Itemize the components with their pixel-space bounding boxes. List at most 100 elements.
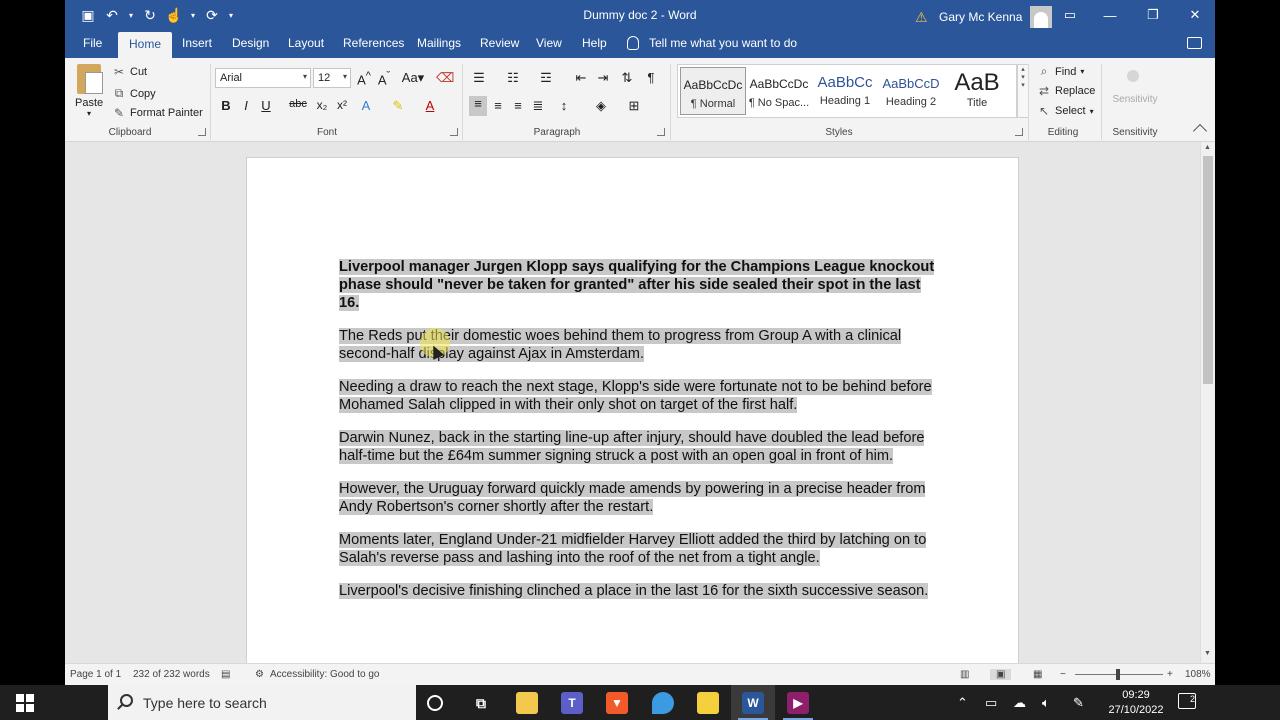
collapse-ribbon-icon[interactable] xyxy=(1192,123,1208,139)
tab-insert[interactable]: Insert xyxy=(182,36,212,50)
paste-button[interactable]: Paste ▾ xyxy=(75,64,103,118)
windows-start-icon[interactable] xyxy=(16,694,34,712)
paragraph[interactable]: Liverpool manager Jurgen Klopp says qual… xyxy=(339,258,939,312)
taskbar-search[interactable]: Type here to search xyxy=(108,685,416,720)
paragraph[interactable]: Moments later, England Under-21 midfield… xyxy=(339,531,939,567)
search-placeholder[interactable]: Type here to search xyxy=(143,695,267,711)
cut-button[interactable]: ✂ Cut xyxy=(112,65,147,79)
decrease-indent-icon[interactable]: ⇤ xyxy=(572,70,590,86)
paint-icon[interactable] xyxy=(652,692,674,714)
ribbon-display-options-icon[interactable]: ▭ xyxy=(1050,0,1090,30)
tab-file[interactable]: File xyxy=(83,36,102,50)
clock[interactable]: 09:29 27/10/2022 xyxy=(1108,688,1164,718)
paragraph-text[interactable]: Liverpool's decisive finishing clinched … xyxy=(339,583,929,599)
print-layout-icon[interactable]: ▣ xyxy=(990,669,1012,680)
accessibility-status[interactable]: Accessibility: Good to go xyxy=(270,669,380,680)
paragraph-text[interactable]: However, the Uruguay forward quickly mad… xyxy=(339,481,926,515)
paragraph-text[interactable]: Liverpool manager Jurgen Klopp says qual… xyxy=(339,259,935,311)
format-painter-button[interactable]: ✎ Format Painter xyxy=(112,106,203,120)
paragraph[interactable]: Needing a draw to reach the next stage, … xyxy=(339,378,939,414)
scroll-down-icon[interactable]: ▼ xyxy=(1204,650,1211,657)
align-right-icon[interactable]: ≡ xyxy=(509,98,527,113)
file-explorer-icon[interactable] xyxy=(516,692,538,714)
teams-icon[interactable]: T xyxy=(561,692,583,714)
clear-formatting-icon[interactable]: ⌫ xyxy=(436,70,454,86)
volume-icon[interactable]: 🔈︎ xyxy=(1042,695,1050,711)
restore-button[interactable]: ❐ xyxy=(1133,0,1173,30)
style-normal[interactable]: AaBbCcDc ¶ Normal xyxy=(680,67,746,115)
onedrive-icon[interactable]: ☁ xyxy=(1013,695,1026,711)
font-color-icon[interactable]: A xyxy=(421,98,439,113)
increase-indent-icon[interactable]: ⇥ xyxy=(594,70,612,86)
sticky-notes-icon[interactable] xyxy=(697,692,719,714)
zoom-slider-thumb[interactable] xyxy=(1116,669,1120,680)
zoom-out-icon[interactable]: − xyxy=(1060,669,1066,680)
brave-browser-icon[interactable]: ▼ xyxy=(606,692,628,714)
italic-icon[interactable]: I xyxy=(237,98,255,113)
find-button[interactable]: ⌕ Find ▾ xyxy=(1037,64,1085,79)
scroll-up-icon[interactable]: ▲ xyxy=(1204,144,1211,151)
cortana-icon[interactable] xyxy=(427,695,443,711)
change-case-icon[interactable]: Aa▾ xyxy=(400,70,426,86)
align-left-icon[interactable]: ≡ xyxy=(469,96,487,116)
paragraph-text[interactable]: Moments later, England Under-21 midfield… xyxy=(339,532,927,566)
battery-icon[interactable]: ▭ xyxy=(985,695,997,711)
tab-references[interactable]: References xyxy=(343,36,404,50)
word-icon[interactable]: W xyxy=(742,692,764,714)
paragraph-launcher-icon[interactable] xyxy=(657,128,665,136)
paragraph[interactable]: Darwin Nunez, back in the starting line-… xyxy=(339,429,939,465)
select-button[interactable]: ↖ Select ▾ xyxy=(1037,104,1094,118)
paragraph[interactable]: However, the Uruguay forward quickly mad… xyxy=(339,480,939,516)
proofing-icon[interactable]: ▤ xyxy=(221,669,230,680)
page-count[interactable]: Page 1 of 1 xyxy=(70,669,121,680)
highlight-icon[interactable]: ✎ xyxy=(389,98,407,114)
warning-icon[interactable]: ⚠ xyxy=(915,9,931,25)
paragraph-text[interactable]: Darwin Nunez, back in the starting line-… xyxy=(339,430,925,464)
tab-mailings[interactable]: Mailings xyxy=(417,36,461,50)
clipboard-launcher-icon[interactable] xyxy=(198,128,206,136)
style-heading-1[interactable]: AaBbCc Heading 1 xyxy=(812,67,878,115)
tab-home[interactable]: Home xyxy=(118,32,173,58)
tell-me-text[interactable]: Tell me what you want to do xyxy=(649,36,797,50)
tab-review[interactable]: Review xyxy=(480,36,519,50)
multilevel-list-icon[interactable]: ☲ xyxy=(537,70,555,86)
font-name-box[interactable]: Arial ▾ xyxy=(215,68,311,88)
task-view-icon[interactable]: ⧉ xyxy=(470,692,492,714)
strikethrough-icon[interactable]: abc xyxy=(289,98,307,110)
styles-launcher-icon[interactable] xyxy=(1015,128,1023,136)
document-content[interactable]: Liverpool manager Jurgen Klopp says qual… xyxy=(339,258,939,615)
line-spacing-icon[interactable]: ↕ xyxy=(555,98,573,113)
style-heading-2[interactable]: AaBbCcD Heading 2 xyxy=(878,67,944,115)
paste-dropdown-icon[interactable]: ▾ xyxy=(75,109,103,118)
close-button[interactable]: ✕ xyxy=(1175,0,1215,30)
grow-font-icon[interactable]: A^ xyxy=(355,70,373,87)
bullets-icon[interactable]: ☰ xyxy=(470,70,488,86)
zoom-level[interactable]: 108% xyxy=(1185,669,1211,680)
tab-design[interactable]: Design xyxy=(232,36,269,50)
paragraph[interactable]: Liverpool's decisive finishing clinched … xyxy=(339,582,939,600)
justify-icon[interactable]: ≣ xyxy=(529,98,547,114)
document-page[interactable]: Liverpool manager Jurgen Klopp says qual… xyxy=(246,157,1019,663)
tab-view[interactable]: View xyxy=(536,36,562,50)
chevron-down-icon[interactable]: ▾ xyxy=(303,72,307,81)
align-center-icon[interactable]: ≡ xyxy=(489,98,507,113)
tell-me-box[interactable]: Tell me what you want to do xyxy=(627,36,797,50)
font-launcher-icon[interactable] xyxy=(450,128,458,136)
replace-button[interactable]: ⇄ Replace xyxy=(1037,84,1095,98)
zoom-in-icon[interactable]: + xyxy=(1167,669,1173,680)
copy-button[interactable]: ⧉ Copy xyxy=(112,86,156,101)
shading-icon[interactable]: ◈ xyxy=(592,98,610,114)
borders-icon[interactable]: ⊞ xyxy=(625,98,643,114)
style-no-spacing[interactable]: AaBbCcDc ¶ No Spac... xyxy=(746,67,812,115)
word-count[interactable]: 232 of 232 words xyxy=(133,669,210,680)
accessibility-icon[interactable]: ⚙ xyxy=(255,669,264,680)
underline-icon[interactable]: U xyxy=(257,98,275,113)
font-size-box[interactable]: 12 ▾ xyxy=(313,68,351,88)
show-formatting-icon[interactable]: ¶ xyxy=(642,70,660,85)
sort-icon[interactable]: ⇅ xyxy=(618,70,636,86)
tray-overflow-icon[interactable]: ⌃ xyxy=(957,695,968,711)
comments-icon[interactable] xyxy=(1187,37,1202,49)
pen-icon[interactable]: ✎ xyxy=(1073,695,1084,711)
paragraph-text[interactable]: Needing a draw to reach the next stage, … xyxy=(339,379,932,413)
tab-layout[interactable]: Layout xyxy=(288,36,324,50)
